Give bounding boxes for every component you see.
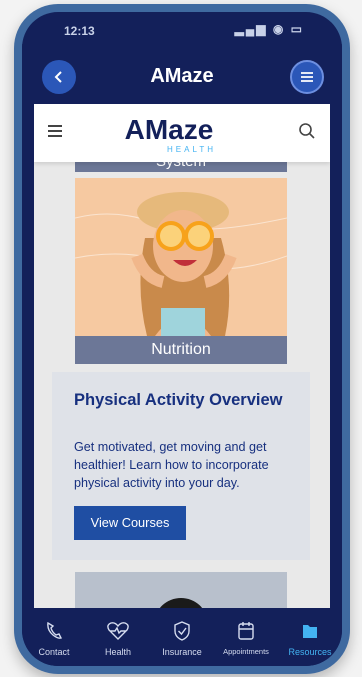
site-logo-subtext: HEALTH [167,145,216,154]
nutrition-card[interactable]: Nutrition [75,178,287,364]
view-courses-button[interactable]: View Courses [74,506,186,540]
activity-title: Physical Activity Overview [74,391,283,409]
physical-activity-card: Physical Activity Overview Get motivated… [52,372,310,560]
status-time: 12:13 [64,24,95,38]
hamburger-icon[interactable] [48,125,62,140]
nav-insurance[interactable]: Insurance [150,608,214,666]
activity-description: Get motivated, get moving and get health… [74,440,269,490]
phone-frame: 12:13 ▂▄▆ ◉ ▭ AMaze AMaze HEALTH Nutriti… [14,4,350,674]
content-area[interactable]: System [34,162,330,608]
shield-icon [174,621,190,641]
calendar-icon [238,622,254,640]
phone-icon [47,621,62,639]
webview: AMaze HEALTH System [34,104,330,608]
status-bar: 12:13 ▂▄▆ ◉ ▭ [22,12,342,44]
nav-contact[interactable]: Contact [22,608,86,666]
previous-card-caption[interactable]: System [75,162,287,172]
heart-icon [107,622,129,640]
nav-health[interactable]: Health [86,608,150,666]
status-icons: ▂▄▆ ◉ ▭ [234,22,304,36]
nav-appointments[interactable]: Appointments [214,608,278,666]
search-icon[interactable] [298,122,316,145]
phone-screen: 12:13 ▂▄▆ ◉ ▭ AMaze AMaze HEALTH Nutriti… [22,12,342,666]
nutrition-image [75,178,287,336]
nutrition-caption: Nutrition [75,336,287,364]
site-logo[interactable]: AMaze HEALTH [94,110,244,161]
next-card-image[interactable] [75,572,287,608]
menu-icon [301,72,313,82]
app-bar: AMaze [22,44,342,104]
menu-button[interactable] [290,60,324,94]
nav-resources[interactable]: Resources [278,608,342,666]
bottom-nav: Contact Health Insurance Appointments Re… [22,608,342,666]
folder-icon [303,625,317,638]
app-logo-text: AMaze [150,65,213,87]
site-header: AMaze HEALTH [34,104,330,162]
site-logo-text: AMaze [125,114,214,145]
